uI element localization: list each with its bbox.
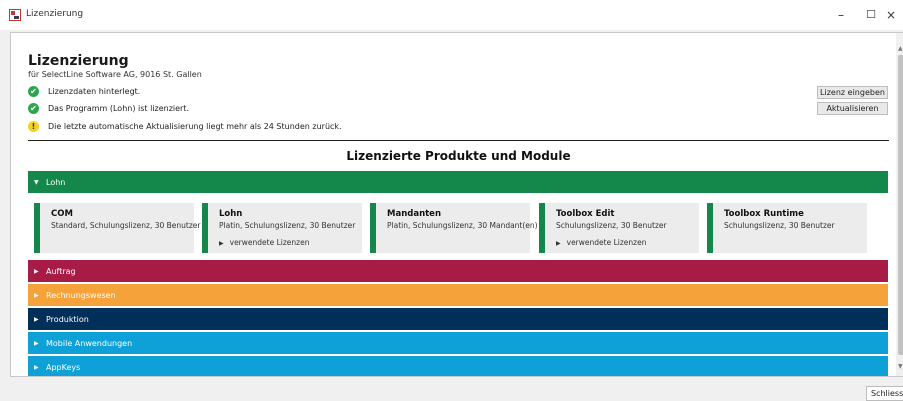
- scrollbar-thumb[interactable]: [898, 55, 903, 355]
- page-subtitle: für SelectLine Software AG, 9016 St. Gal…: [28, 70, 202, 79]
- card-title: COM: [51, 209, 73, 219]
- refresh-button[interactable]: Aktualisieren: [817, 102, 888, 115]
- chevron-right-icon: ▶: [219, 240, 224, 247]
- module-card-com: COM Standard, Schulungslizenz, 30 Benutz…: [34, 203, 201, 253]
- card-title: Toolbox Edit: [556, 209, 615, 219]
- app-logo-icon: [9, 9, 21, 21]
- window-title: Lizenzierung: [26, 9, 84, 19]
- used-licenses-link[interactable]: ▶ verwendete Lizenzen: [219, 238, 362, 247]
- status-text: Lizenzdaten hinterlegt.: [48, 86, 141, 96]
- chevron-right-icon: ▶: [34, 267, 39, 275]
- section-title: Lizenzierte Produkte und Module: [346, 149, 571, 163]
- group-header-lohn[interactable]: ▼ Lohn: [28, 171, 888, 193]
- group-label: Produktion: [46, 314, 89, 324]
- chevron-right-icon: ▶: [34, 291, 39, 299]
- divider: [28, 140, 889, 141]
- card-description: Schulungslizenz, 30 Benutzer: [724, 221, 835, 230]
- chevron-right-icon: ▶: [34, 363, 39, 371]
- status-row-license-data: ✔ Lizenzdaten hinterlegt.: [28, 84, 140, 98]
- close-button[interactable]: Schliessen: [866, 386, 903, 401]
- window-titlebar: Lizenzierung – ☐ ×: [0, 0, 903, 30]
- group-header-produktion[interactable]: ▶ Produktion: [28, 308, 888, 330]
- check-circle-icon: ✔: [28, 85, 39, 97]
- module-card-lohn: Lohn Platin, Schulungslizenz, 30 Benutze…: [202, 203, 362, 253]
- group-header-rechnungswesen[interactable]: ▶ Rechnungswesen: [28, 284, 888, 306]
- module-card-toolbox-edit: Toolbox Edit Schulungslizenz, 30 Benutze…: [539, 203, 699, 253]
- group-header-appkeys[interactable]: ▶ AppKeys: [28, 356, 888, 376]
- vertical-scrollbar[interactable]: ▲ ▼: [896, 33, 903, 376]
- header: Lizenzierung für SelectLine Software AG,…: [28, 53, 888, 79]
- group-label: Auftrag: [46, 266, 76, 276]
- warning-circle-icon: !: [28, 120, 39, 132]
- card-title: Lohn: [219, 209, 243, 219]
- used-licenses-link[interactable]: ▶ verwendete Lizenzen: [556, 238, 699, 247]
- link-label: verwendete Lizenzen: [566, 238, 647, 247]
- maximize-button[interactable]: ☐: [857, 6, 885, 24]
- card-title: Toolbox Runtime: [724, 209, 804, 219]
- group-label: AppKeys: [46, 362, 81, 372]
- card-description: Platin, Schulungslizenz, 30 Mandant(en): [387, 221, 538, 230]
- group-label: Rechnungswesen: [46, 290, 116, 300]
- chevron-down-icon: ▼: [34, 178, 39, 186]
- status-text: Das Programm (Lohn) ist lizenziert.: [48, 103, 190, 113]
- check-circle-icon: ✔: [28, 102, 39, 114]
- link-label: verwendete Lizenzen: [229, 238, 310, 247]
- status-text: Die letzte automatische Aktualisierung l…: [48, 121, 342, 131]
- scroll-up-icon[interactable]: ▲: [898, 45, 903, 52]
- chevron-right-icon: ▶: [556, 240, 561, 247]
- group-header-auftrag[interactable]: ▶ Auftrag: [28, 260, 888, 282]
- chevron-right-icon: ▶: [34, 339, 39, 347]
- card-description: Standard, Schulungslizenz, 30 Benutzer: [51, 221, 201, 230]
- card-description: Schulungslizenz, 30 Benutzer: [556, 221, 667, 230]
- close-window-button[interactable]: ×: [886, 6, 903, 24]
- license-panel: Lizenzierung für SelectLine Software AG,…: [10, 32, 903, 377]
- page-title: Lizenzierung: [28, 53, 129, 69]
- minimize-button[interactable]: –: [827, 6, 855, 24]
- module-card-toolbox-runtime: Toolbox Runtime Schulungslizenz, 30 Benu…: [707, 203, 867, 253]
- chevron-right-icon: ▶: [34, 315, 39, 323]
- group-label: Mobile Anwendungen: [46, 338, 133, 348]
- status-row-program-licensed: ✔ Das Programm (Lohn) ist lizenziert.: [28, 101, 189, 115]
- group-header-mobile-anwendungen[interactable]: ▶ Mobile Anwendungen: [28, 332, 888, 354]
- enter-license-button[interactable]: Lizenz eingeben: [817, 86, 888, 99]
- card-title: Mandanten: [387, 209, 441, 219]
- group-content-lohn: COM Standard, Schulungslizenz, 30 Benutz…: [28, 193, 888, 259]
- group-label: Lohn: [46, 177, 66, 187]
- module-card-mandanten: Mandanten Platin, Schulungslizenz, 30 Ma…: [370, 203, 538, 253]
- status-row-update-warning: ! Die letzte automatische Aktualisierung…: [28, 119, 342, 133]
- card-description: Platin, Schulungslizenz, 30 Benutzer: [219, 221, 356, 230]
- scroll-down-icon[interactable]: ▼: [898, 363, 903, 370]
